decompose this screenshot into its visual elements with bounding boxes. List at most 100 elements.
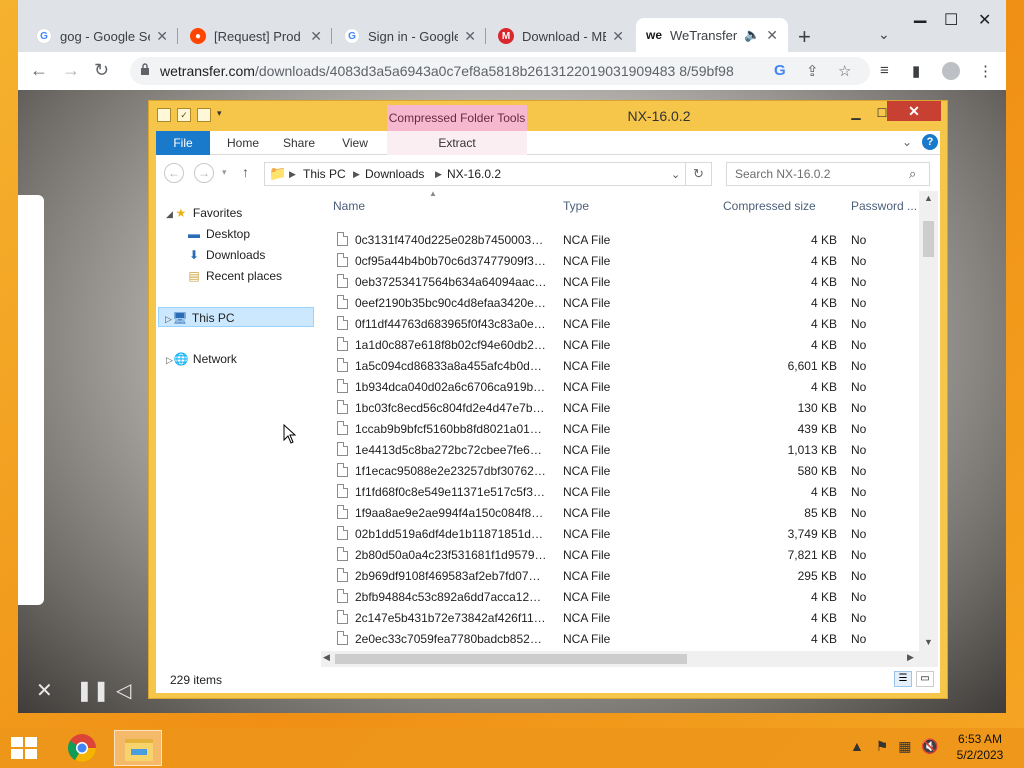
mute-icon[interactable]: ◁ — [116, 678, 131, 703]
menu-kebab-icon[interactable]: ⋮ — [978, 62, 993, 80]
close-tab-icon[interactable]: ✕ — [156, 28, 168, 45]
file-row[interactable]: 2bfb94884c53c892a6dd7acca12aca... NCA Fil… — [321, 586, 921, 607]
new-tab-button[interactable]: + — [798, 24, 811, 50]
customize-qat-icon[interactable]: ▾ — [217, 108, 222, 122]
file-row[interactable]: 1a5c094cd86833a8a455afc4b0d80c... NCA Fil… — [321, 355, 921, 376]
scroll-down-icon[interactable]: ▼ — [924, 637, 933, 647]
file-row[interactable]: 1ccab9b9bfcf5160bb8fd8021a01c0f... NCA Fi… — [321, 418, 921, 439]
minimize-icon[interactable]: ▁ — [914, 4, 926, 24]
speaker-icon[interactable]: 🔈 — [744, 27, 760, 43]
back-icon[interactable]: ← — [164, 163, 184, 183]
file-row[interactable]: 1bc03fc8ecd56c804fd2e4d47e7b0fe... NCA Fi… — [321, 397, 921, 418]
close-window-icon[interactable]: ✕ — [978, 10, 991, 30]
browser-tab-1[interactable]: G gog - Google Se ✕ — [26, 22, 178, 50]
folder-icon[interactable] — [157, 108, 171, 122]
column-header-type[interactable]: Type — [563, 199, 589, 213]
maximize-icon[interactable]: ☐ — [944, 10, 958, 30]
close-preview-icon[interactable]: ✕ — [36, 678, 53, 703]
file-row[interactable]: 0c3131f4740d225e028b745000359e... NCA Fil… — [321, 229, 921, 250]
tab-share[interactable]: Share — [274, 131, 324, 155]
volume-muted-icon[interactable]: 🔇 — [921, 738, 938, 754]
action-center-flag-icon[interactable]: ⚑ — [876, 738, 889, 754]
scroll-right-icon[interactable]: ▶ — [907, 652, 914, 663]
scroll-left-icon[interactable]: ◀ — [323, 652, 330, 663]
close-tab-icon[interactable]: ✕ — [310, 28, 322, 45]
scroll-up-icon[interactable]: ▲ — [924, 193, 933, 203]
reload-icon[interactable]: ↻ — [94, 60, 109, 81]
file-row[interactable]: 0f11df44763d683965f0f43c83a0ef11... NCA F… — [321, 313, 921, 334]
browser-tab-4[interactable]: M Download - MEG ✕ — [488, 22, 634, 50]
chevron-down-icon[interactable]: ⌄ — [671, 168, 680, 181]
chrome-taskbar-icon[interactable] — [58, 730, 106, 766]
file-row[interactable]: 1e4413d5c8ba272bc72cbee7fe6a0f... NCA Fil… — [321, 439, 921, 460]
address-bar[interactable]: wetransfer.com/downloads/4083d3a5a6943a0… — [130, 57, 870, 85]
tab-home[interactable]: Home — [218, 131, 268, 155]
column-header-password[interactable]: Password ... — [851, 199, 917, 213]
recent-locations-icon[interactable]: ▾ — [222, 167, 227, 178]
scroll-thumb[interactable] — [335, 654, 687, 664]
address-breadcrumb[interactable]: 📁 ▶ This PC ▶ Downloads ▶ NX-16.0.2 ⌄ — [264, 162, 686, 186]
nav-favorites[interactable]: ◢ ★ Favorites — [166, 203, 242, 223]
media-queue-icon[interactable]: ≡ — [880, 62, 889, 79]
file-row[interactable]: 1f1ecac95088e2e23257dbf307626e5... NCA Fi… — [321, 460, 921, 481]
browser-tab-5-active[interactable]: we WeTransfer 🔈 ✕ — [636, 18, 788, 52]
file-row[interactable]: 0cf95a44b4b0b70c6d37477909f3c5... NCA Fil… — [321, 250, 921, 271]
close-tab-icon[interactable]: ✕ — [464, 28, 476, 45]
file-row[interactable]: 0eef2190b35bc90c4d8efaa3420e295... NCA Fi… — [321, 292, 921, 313]
show-hidden-icons-icon[interactable]: ▲ — [850, 738, 864, 754]
expand-ribbon-icon[interactable]: ⌄ — [902, 135, 912, 149]
refresh-button[interactable]: ↻ — [686, 162, 712, 186]
forward-icon[interactable]: → — [62, 60, 80, 81]
scroll-thumb[interactable] — [923, 221, 934, 257]
tab-file[interactable]: File — [156, 131, 210, 155]
close-tab-icon[interactable]: ✕ — [612, 28, 624, 45]
explorer-taskbar-icon[interactable] — [114, 730, 162, 766]
browser-tab-3[interactable]: G Sign in - Google ✕ — [334, 22, 486, 50]
tab-extract[interactable]: Extract — [387, 131, 527, 155]
profile-avatar[interactable] — [942, 62, 960, 80]
windows-start-icon[interactable] — [10, 736, 38, 760]
clock[interactable]: 6:53 AM 5/2/2023 — [950, 731, 1010, 763]
new-folder-icon[interactable] — [197, 108, 211, 122]
nav-downloads[interactable]: ⬇ Downloads — [186, 245, 265, 265]
large-icons-view-icon[interactable]: ▭ — [916, 671, 934, 687]
column-header-name[interactable]: Name — [333, 199, 365, 213]
file-row[interactable]: 2b80d50a0a4c23f531681f1d9579dcf... NCA Fi… — [321, 544, 921, 565]
file-row[interactable]: 2e0ec33c7059fea7780badcb852ca9... NCA Fil… — [321, 628, 921, 649]
details-view-icon[interactable]: ☰ — [894, 671, 912, 687]
file-row[interactable]: 2b969df9108f469583af2eb7fd07ac0... NCA Fi… — [321, 565, 921, 586]
close-button[interactable]: ✕ — [887, 101, 941, 121]
horizontal-scrollbar[interactable]: ◀ ▶ — [321, 651, 921, 667]
back-icon[interactable]: ← — [30, 60, 48, 81]
file-row[interactable]: 0eb37253417564b634a64094aac093... NCA Fil… — [321, 271, 921, 292]
nav-this-pc[interactable]: ▷🖥 This PC — [158, 307, 314, 327]
file-row[interactable]: 02b1dd519a6df4de1b11871851d328... NCA Fil… — [321, 523, 921, 544]
nav-network[interactable]: ▷🌐 Network — [166, 349, 237, 369]
browser-tab-2[interactable]: ● [Request] Prod k ✕ — [180, 22, 332, 50]
network-icon[interactable]: ▦ — [898, 738, 911, 754]
forward-icon[interactable]: → — [194, 163, 214, 183]
minimize-button[interactable]: ▁ — [843, 103, 869, 123]
file-row[interactable]: 1b934dca040d02a6c6706ca919b310... NCA Fil… — [321, 376, 921, 397]
search-box[interactable]: Search NX-16.0.2 ⌕ — [726, 162, 930, 186]
close-tab-icon[interactable]: ✕ — [766, 27, 778, 44]
pause-icon[interactable]: ❚❚ — [76, 678, 110, 703]
nav-recent-places[interactable]: ▤ Recent places — [186, 266, 282, 286]
breadcrumb-folder[interactable]: NX-16.0.2 — [447, 167, 501, 181]
tab-view[interactable]: View — [330, 131, 380, 155]
properties-icon[interactable]: ✓ — [177, 108, 191, 122]
file-row[interactable]: 1a1d0c887e618f8b02cf94e60db2b2... NCA Fil… — [321, 334, 921, 355]
help-icon[interactable]: ? — [922, 134, 938, 150]
breadcrumb-this-pc[interactable]: This PC — [303, 167, 346, 181]
nav-desktop[interactable]: ▬ Desktop — [186, 224, 250, 244]
share-icon[interactable]: ⇪ — [806, 62, 819, 80]
google-translate-icon[interactable]: G — [774, 62, 786, 79]
file-row[interactable]: 1f1fd68f0c8e549e11371e517c5f377... NCA Fi… — [321, 481, 921, 502]
up-icon[interactable]: ↑ — [242, 164, 249, 180]
vertical-scrollbar[interactable]: ▲ ▼ — [919, 191, 938, 667]
column-header-compressed-size[interactable]: Compressed size — [723, 199, 816, 213]
file-row[interactable]: 2c147e5b431b72e73842af426f119ba... NCA Fi… — [321, 607, 921, 628]
bookmark-star-icon[interactable]: ☆ — [838, 62, 851, 80]
tab-search-button[interactable]: ⌄ — [878, 26, 890, 43]
side-panel-icon[interactable]: ▮ — [912, 62, 920, 80]
